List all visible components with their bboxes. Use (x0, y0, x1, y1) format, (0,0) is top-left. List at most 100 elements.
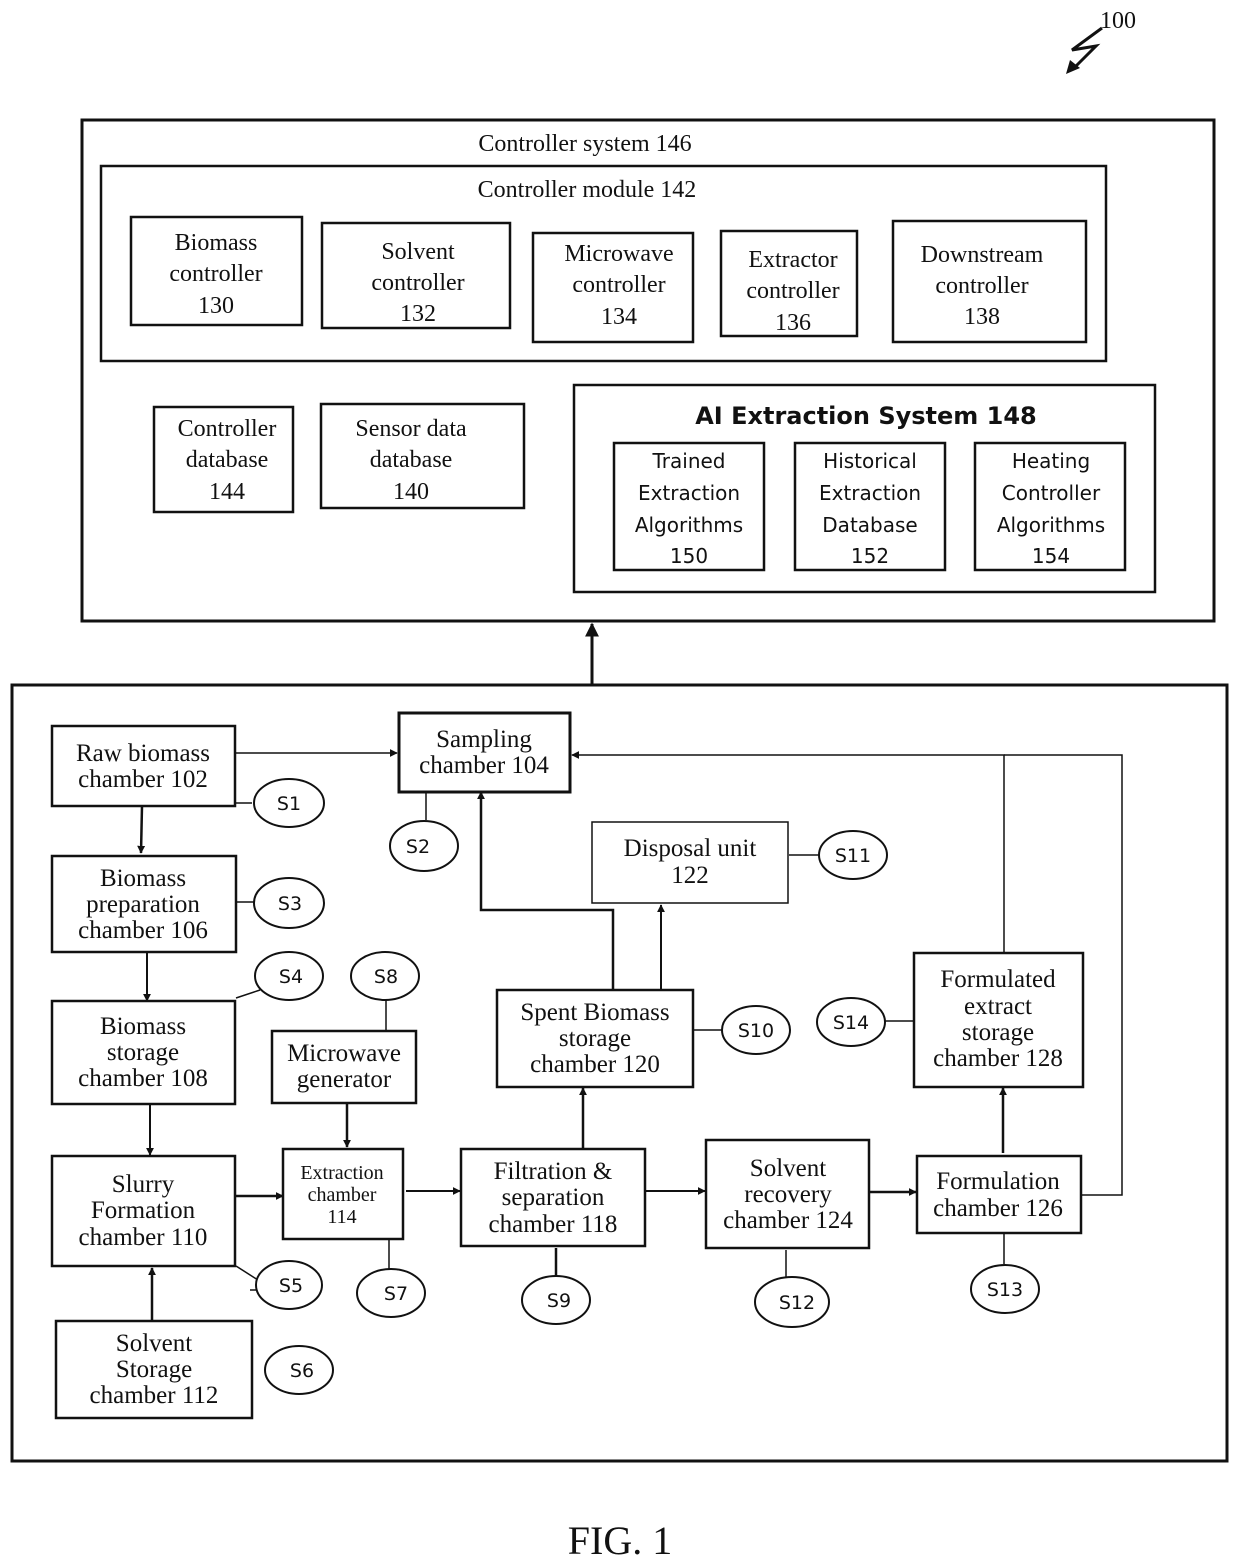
downstream-controller-138[interactable]: Downstream controller 138 (891, 219, 1088, 344)
label-line: chamber 120 (530, 1051, 660, 1078)
label-line: 122 (671, 862, 709, 889)
slurry-formation-chamber-110[interactable]: Slurry Formation chamber 110 (50, 1154, 237, 1268)
sensor-label: S13 (987, 1279, 1023, 1301)
sensor-data-database-140[interactable]: Sensor data database 140 (319, 402, 526, 510)
label-line: controller (935, 273, 1028, 299)
label-line: chamber 104 (419, 752, 549, 779)
label-line: Trained (652, 449, 726, 473)
label-line: Microwave (564, 241, 673, 267)
sensor-s12[interactable]: S12 (754, 1276, 830, 1328)
sensor-s3[interactable]: S3 (253, 877, 325, 929)
formulated-extract-storage-chamber-128[interactable]: Formulated extract storage chamber 128 (912, 951, 1085, 1089)
sensor-s14[interactable]: S14 (816, 997, 886, 1047)
biomass-controller-130[interactable]: Biomass controller 130 (129, 215, 304, 327)
label-line: generator (297, 1066, 392, 1093)
label-line: 114 (327, 1206, 356, 1228)
sensor-label: S3 (278, 893, 302, 915)
sensor-s13[interactable]: S13 (970, 1264, 1040, 1314)
sensor-s11[interactable]: S11 (818, 830, 888, 880)
sensor-s9[interactable]: S9 (521, 1275, 591, 1325)
squiggle-arrow-icon (1071, 26, 1103, 70)
system-diagram: 100 Controller system 146 Controller mod… (10, 8, 1229, 1563)
microwave-generator[interactable]: Microwave generator (270, 1029, 418, 1105)
spent-biomass-storage-chamber-120[interactable]: Spent Biomass storage chamber 120 (495, 988, 695, 1089)
label-line: controller (572, 272, 665, 298)
label-line: Disposal unit (624, 835, 757, 862)
biomass-preparation-chamber-106[interactable]: Biomass preparation chamber 106 (50, 854, 238, 954)
sensor-label: S4 (279, 966, 303, 988)
label-line: Extraction (819, 481, 921, 505)
label-line: Filtration & (494, 1158, 613, 1185)
label-line: storage (962, 1019, 1034, 1046)
biomass-storage-chamber-108[interactable]: Biomass storage chamber 108 (50, 999, 237, 1106)
sensor-s2[interactable]: S2 (389, 820, 459, 872)
label-line: Extraction (638, 481, 740, 505)
label-line: 136 (775, 310, 811, 336)
label-line: chamber 106 (78, 917, 208, 944)
label-line: chamber 128 (933, 1045, 1063, 1072)
label-line: 152 (851, 544, 889, 568)
sensor-s4[interactable]: S4 (254, 951, 324, 1001)
label-line: Historical (823, 449, 917, 473)
label-line: 144 (209, 479, 245, 505)
label-line: Formation (91, 1197, 196, 1224)
label-line: storage (107, 1039, 179, 1066)
raw-biomass-chamber-102[interactable]: Raw biomass chamber 102 (50, 724, 237, 808)
trained-extraction-algorithms-150[interactable]: Trained Extraction Algorithms 150 (612, 441, 766, 572)
process-system: Raw biomass chamber 102 Sampling chamber… (10, 683, 1229, 1463)
microwave-controller-134[interactable]: Microwave controller 134 (531, 231, 695, 344)
disposal-unit-122[interactable]: Disposal unit 122 (591, 821, 789, 904)
flow-arrow (137, 805, 146, 854)
sensor-s7[interactable]: S7 (356, 1268, 426, 1318)
reference-numeral-100: 100 (1066, 8, 1136, 74)
sensor-label: S12 (779, 1292, 815, 1314)
label-line: chamber 102 (78, 766, 208, 793)
sensor-s8[interactable]: S8 (350, 951, 420, 1001)
sensor-label: S6 (290, 1360, 314, 1382)
label-line: 134 (601, 304, 637, 330)
sensor-label: S11 (835, 845, 871, 867)
sensor-s6[interactable]: S6 (264, 1345, 334, 1395)
formulation-chamber-126[interactable]: Formulation chamber 126 (915, 1154, 1083, 1235)
label-line: 154 (1032, 544, 1070, 568)
sensor-s10[interactable]: S10 (721, 1005, 791, 1055)
heating-controller-algorithms-154[interactable]: Heating Controller Algorithms 154 (973, 441, 1127, 572)
label-line: chamber 118 (489, 1211, 618, 1238)
label-line: Microwave (287, 1040, 401, 1067)
controller-module-title: Controller module 142 (478, 177, 697, 203)
label-line: Slurry (112, 1171, 175, 1198)
figure-caption: FIG. 1 (568, 1518, 672, 1563)
label-line: chamber 112 (90, 1382, 219, 1409)
label-line: Formulated (940, 966, 1056, 993)
extractor-controller-136[interactable]: Extractor controller 136 (719, 229, 859, 338)
sensor-label: S2 (406, 836, 430, 858)
label-line: 140 (393, 479, 429, 505)
label-line: extract (964, 993, 1032, 1020)
sensor-s1[interactable]: S1 (253, 778, 325, 828)
label-line: chamber 124 (723, 1207, 853, 1234)
label-line: Biomass (100, 1013, 186, 1040)
label-line: chamber 126 (933, 1195, 1063, 1222)
label-line: Database (822, 513, 917, 537)
ai-extraction-system-148: AI Extraction System 148 Trained Extract… (572, 383, 1157, 594)
label-line: Biomass (100, 865, 186, 892)
extraction-chamber-114[interactable]: Extraction chamber 114 (281, 1147, 405, 1241)
sensor-label: S1 (277, 793, 301, 815)
sensor-label: S9 (547, 1290, 571, 1312)
label-line: 138 (964, 304, 1000, 330)
sensor-s5[interactable]: S5 (255, 1260, 323, 1310)
sensor-label: S10 (738, 1020, 774, 1042)
controller-system-146: Controller system 146 Controller module … (80, 118, 1216, 623)
historical-extraction-database-152[interactable]: Historical Extraction Database 152 (793, 441, 947, 572)
sensor-label: S7 (384, 1283, 408, 1305)
solvent-storage-chamber-112[interactable]: Solvent Storage chamber 112 (54, 1319, 254, 1420)
controller-database-144[interactable]: Controller database 144 (152, 405, 295, 514)
sensor-label: S8 (374, 966, 398, 988)
ai-system-title: AI Extraction System 148 (695, 402, 1037, 430)
sampling-chamber-104[interactable]: Sampling chamber 104 (397, 711, 572, 794)
label-line: preparation (86, 891, 200, 918)
solvent-controller-132[interactable]: Solvent controller 132 (320, 221, 512, 330)
solvent-recovery-chamber-124[interactable]: Solvent recovery chamber 124 (704, 1138, 871, 1250)
label-line: Solvent (116, 1330, 192, 1357)
filtration-separation-chamber-118[interactable]: Filtration & separation chamber 118 (459, 1147, 647, 1248)
